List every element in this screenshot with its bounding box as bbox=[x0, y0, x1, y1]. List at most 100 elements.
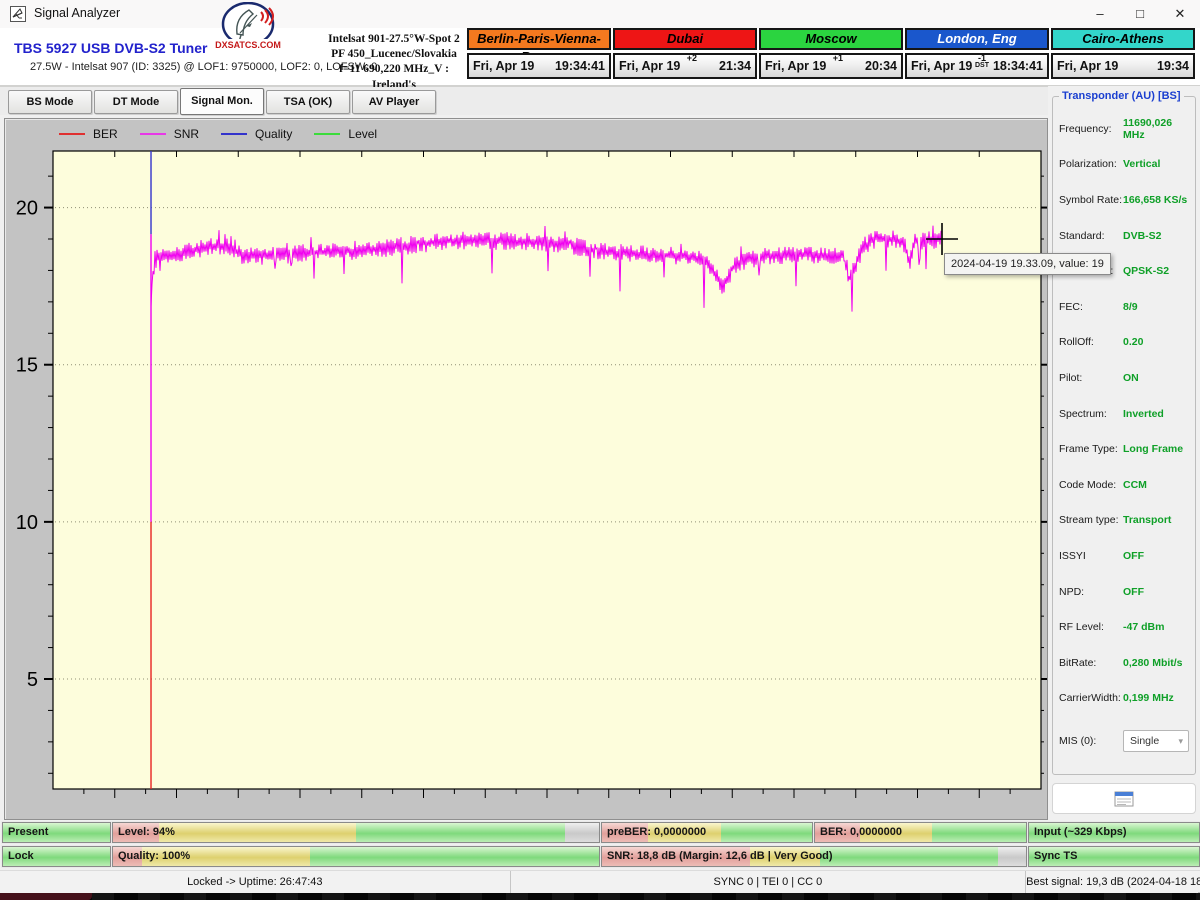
clock-date: Fri, Apr 19 bbox=[619, 55, 680, 77]
meter-label: Present bbox=[8, 823, 48, 842]
clock-value: 20:34 bbox=[865, 55, 897, 77]
clock-time: Fri, Apr 19+120:34 bbox=[759, 53, 903, 79]
meter-segment bbox=[159, 823, 356, 842]
clock-city: Cairo-Athens bbox=[1051, 28, 1195, 50]
transponder-row-1: Polarization:Vertical bbox=[1059, 147, 1189, 183]
transponder-label: Frame Type: bbox=[1059, 443, 1123, 455]
transponder-value: Long Frame bbox=[1123, 443, 1183, 455]
logo-text: DXSATCS.COM bbox=[215, 40, 281, 50]
transponder-label: RollOff: bbox=[1059, 336, 1123, 348]
meter-present: Present bbox=[2, 822, 111, 843]
transponder-row-14: RF Level:-47 dBm bbox=[1059, 609, 1189, 645]
minimize-button[interactable]: – bbox=[1080, 0, 1120, 28]
transponder-row-11: Stream type:Transport bbox=[1059, 503, 1189, 539]
mis-dropdown[interactable]: Single ▾ bbox=[1123, 730, 1189, 752]
tab-tsa-ok-[interactable]: TSA (OK) bbox=[266, 90, 350, 114]
meter-syncts: Sync TS bbox=[1028, 846, 1200, 867]
transponder-row-6: RollOff:0.20 bbox=[1059, 325, 1189, 361]
meter-label: BER: 0,0000000 bbox=[820, 823, 902, 842]
status-lock-uptime: Locked -> Uptime: 26:47:43 bbox=[0, 871, 511, 894]
meter-ber: BER: 0,0000000 bbox=[814, 822, 1027, 843]
transponder-label: Code Mode: bbox=[1059, 479, 1123, 491]
meter-label: Sync TS bbox=[1034, 847, 1077, 866]
mis-row: MIS (0): Single ▾ bbox=[1059, 729, 1189, 753]
transponder-row-10: Code Mode:CCM bbox=[1059, 467, 1189, 503]
clock-value: 21:34 bbox=[719, 55, 751, 77]
meter-label: SNR: 18,8 dB (Margin: 12,6 dB | Very Goo… bbox=[607, 847, 833, 866]
transponder-label: ISSYI bbox=[1059, 550, 1123, 562]
dxsatcs-logo: DXSATCS.COM bbox=[213, 2, 285, 54]
transponder-value: Inverted bbox=[1123, 408, 1164, 420]
maximize-button[interactable]: □ bbox=[1120, 0, 1160, 28]
transponder-value: 0.20 bbox=[1123, 336, 1143, 348]
tab-av-player[interactable]: AV Player bbox=[352, 90, 436, 114]
transponder-value: CCM bbox=[1123, 479, 1147, 491]
transponder-row-3: Standard:DVB-S2 bbox=[1059, 218, 1189, 254]
signal-meters: Present Level: 94% preBER: 0,0000000 BER: 0… bbox=[0, 820, 1200, 870]
background-window-strip bbox=[0, 893, 1200, 900]
transponder-value: 0,280 Mbit/s bbox=[1123, 657, 1183, 669]
transponder-sidebar: Transponder (AU) [BS] Frequency:11690,02… bbox=[1048, 86, 1200, 820]
transponder-row-0: Frequency:11690,026 MHz bbox=[1059, 111, 1189, 147]
clock-city: London, Eng bbox=[905, 28, 1049, 50]
transponder-label: Stream type: bbox=[1059, 514, 1123, 526]
transponder-label: Frequency: bbox=[1059, 123, 1123, 135]
clock-date: Fri, Apr 19 bbox=[473, 55, 534, 77]
status-best-signal: Best signal: 19,3 dB (2024-04-18 18:58) bbox=[1026, 871, 1200, 894]
clock-date: Fri, Apr 19 bbox=[911, 55, 972, 77]
transponder-row-12: ISSYIOFF bbox=[1059, 538, 1189, 574]
status-bar: Locked -> Uptime: 26:47:43 SYNC 0 | TEI … bbox=[0, 870, 1200, 894]
meter-row-1: Present Level: 94% preBER: 0,0000000 BER: 0… bbox=[0, 822, 1200, 843]
clock-time: Fri, Apr 19 19:34:41 bbox=[467, 53, 611, 79]
svg-text:5: 5 bbox=[27, 669, 38, 691]
tab-dt-mode[interactable]: DT Mode bbox=[94, 90, 178, 114]
meter-label: preBER: 0,0000000 bbox=[607, 823, 706, 842]
chart-panel: BERSNRQualityLevel 5101520 bbox=[4, 118, 1048, 820]
clock-utc-offset: +1 bbox=[833, 53, 843, 63]
svg-text:15: 15 bbox=[16, 355, 38, 377]
resize-grip[interactable] bbox=[1194, 888, 1196, 890]
transponder-value: Vertical bbox=[1123, 158, 1160, 170]
clock-time: Fri, Apr 19-1DST18:34:41 bbox=[905, 53, 1049, 79]
clock-value: 19:34:41 bbox=[555, 55, 605, 77]
transponder-value: 166,658 KS/s bbox=[1123, 194, 1187, 206]
ts-details-button[interactable] bbox=[1052, 783, 1196, 814]
transponder-rows: Frequency:11690,026 MHzPolarization:Vert… bbox=[1059, 111, 1189, 716]
status-sync-counters: SYNC 0 | TEI 0 | CC 0 bbox=[511, 871, 1027, 894]
meter-row-2: LockQuality: 100% SNR: 18,8 dB (Margin: 1… bbox=[0, 846, 1200, 867]
meter-segment bbox=[310, 847, 599, 866]
transponder-value: OFF bbox=[1123, 586, 1144, 598]
meter-lock: Lock bbox=[2, 846, 111, 867]
signal-plot[interactable]: 5101520 bbox=[5, 119, 1047, 819]
mis-label: MIS (0): bbox=[1059, 735, 1123, 747]
transponder-label: Polarization: bbox=[1059, 158, 1123, 170]
transponder-label: Symbol Rate: bbox=[1059, 194, 1123, 206]
clock-4: Cairo-AthensFri, Apr 1919:34 bbox=[1051, 28, 1195, 82]
tab-signal-mon-[interactable]: Signal Mon. bbox=[180, 88, 264, 115]
signal-analyzer-window: Signal Analyzer – □ ✕ TBS 5927 USB DVB-S… bbox=[0, 0, 1200, 894]
transponder-value: 8/9 bbox=[1123, 301, 1138, 313]
meter-level: Level: 94% bbox=[112, 822, 600, 843]
meter-label: Input (~329 Kbps) bbox=[1034, 823, 1127, 842]
transponder-row-13: NPD:OFF bbox=[1059, 574, 1189, 610]
close-button[interactable]: ✕ bbox=[1160, 0, 1200, 28]
transponder-label: Pilot: bbox=[1059, 372, 1123, 384]
transponder-row-5: FEC:8/9 bbox=[1059, 289, 1189, 325]
tab-bar: BS ModeDT ModeSignal Mon.TSA (OK)AV Play… bbox=[0, 87, 1200, 115]
meter-segment bbox=[721, 823, 812, 842]
svg-text:10: 10 bbox=[16, 512, 38, 534]
meter-quality: Quality: 100% bbox=[112, 846, 600, 867]
tab-bs-mode[interactable]: BS Mode bbox=[8, 90, 92, 114]
clock-city: Berlin-Paris-Vienna-Roma bbox=[467, 28, 611, 50]
transponder-label: BitRate: bbox=[1059, 657, 1123, 669]
tuner-title: TBS 5927 USB DVB-S2 Tuner bbox=[14, 40, 207, 56]
transponder-label: NPD: bbox=[1059, 586, 1123, 598]
transponder-group: Transponder (AU) [BS] Frequency:11690,02… bbox=[1052, 96, 1196, 775]
app-icon bbox=[10, 6, 26, 22]
cursor-tooltip: 2024-04-19 19.33.09, value: 19 bbox=[944, 253, 1111, 275]
meter-segment bbox=[565, 823, 599, 842]
clock-value: 18:34:41 bbox=[993, 55, 1043, 77]
meter-segment bbox=[932, 823, 1026, 842]
clock-value: 19:34 bbox=[1157, 55, 1189, 77]
transponder-value: 0,199 MHz bbox=[1123, 692, 1174, 704]
